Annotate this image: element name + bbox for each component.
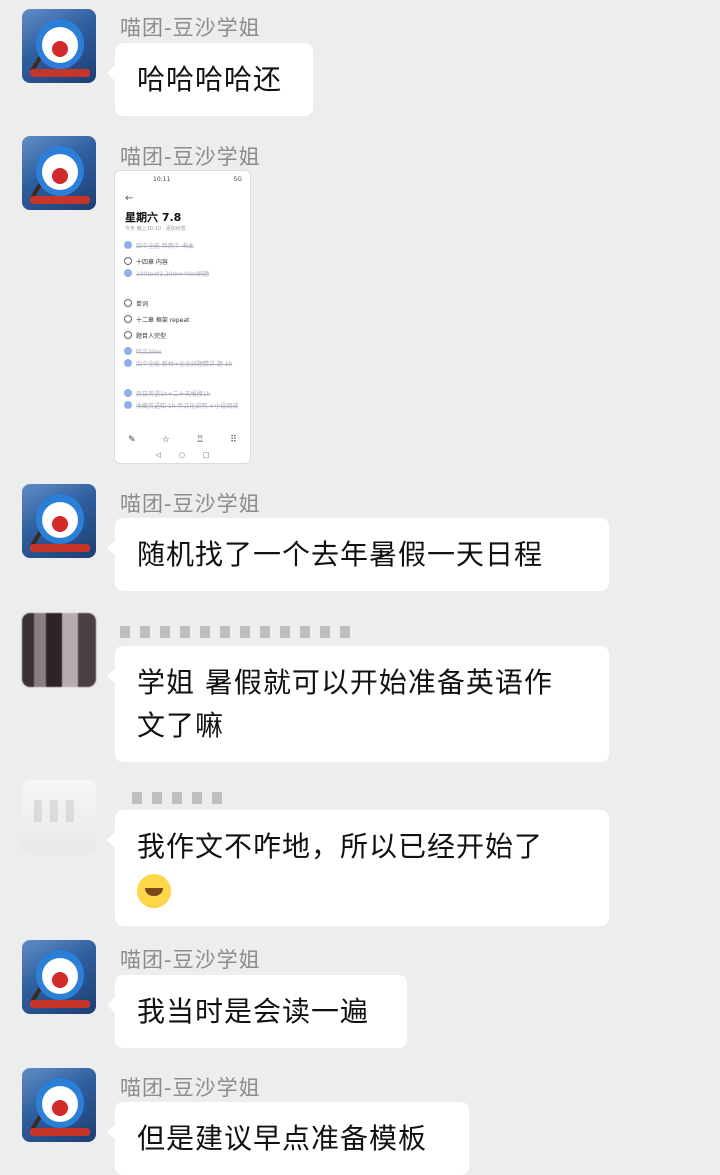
sender-name-blurred bbox=[132, 792, 232, 804]
message-bubble[interactable]: 我当时是会读一遍 bbox=[107, 975, 407, 1048]
task-item: 收藏英语知 1h 听文化说明 +小说阅读 bbox=[124, 401, 242, 427]
sender-name-blurred bbox=[120, 626, 350, 638]
message-text: 随机找了一个去年暑假一天日程 bbox=[137, 538, 544, 571]
message-text-line: 我作文不咋地，所以已经开始了 bbox=[137, 830, 544, 863]
unchecked-circle-icon bbox=[124, 257, 132, 265]
checked-circle-icon bbox=[124, 389, 132, 397]
task-item: 十四章 内容 bbox=[124, 253, 242, 269]
task-text: 单词 bbox=[136, 300, 149, 308]
avatar[interactable] bbox=[22, 484, 96, 558]
task-item: 题目人完型 bbox=[124, 327, 242, 343]
unchecked-circle-icon bbox=[124, 331, 132, 339]
message-bubble[interactable]: 随机找了一个去年暑假一天日程 bbox=[107, 518, 609, 591]
message-text: 但是建议早点准备模板 bbox=[137, 1122, 428, 1155]
avatar[interactable] bbox=[22, 940, 96, 1014]
message-text-line: 文了嘛 bbox=[137, 709, 225, 742]
task-item: 四个全能 听两个 书本 bbox=[124, 237, 242, 253]
task-item: 100text1 20m+40m刷题 bbox=[124, 269, 242, 295]
avatar[interactable] bbox=[22, 613, 96, 687]
unchecked-circle-icon bbox=[124, 299, 132, 307]
avatar[interactable] bbox=[22, 780, 96, 854]
sender-name: 喵团-豆沙学姐 bbox=[120, 145, 261, 169]
sender-name: 喵团-豆沙学姐 bbox=[120, 1076, 261, 1100]
unchecked-circle-icon bbox=[124, 315, 132, 323]
message-bubble[interactable]: 我作文不咋地，所以已经开始了 bbox=[107, 810, 609, 926]
task-text: 十四章 内容 bbox=[136, 258, 168, 266]
image-message[interactable]: 10:11 5G ← 星期六 7.8 今天 晚上10:10 · 添加标签 四个全… bbox=[114, 170, 251, 464]
nav-button-icon: ○ bbox=[178, 451, 185, 459]
schedule-subtitle: 今天 晚上10:10 · 添加标签 bbox=[125, 226, 186, 232]
checked-circle-icon bbox=[124, 359, 132, 367]
avatar[interactable] bbox=[22, 9, 96, 83]
tab-bar: ✎ ☆ ♖ ⠿ bbox=[115, 435, 250, 445]
task-item: 单词 bbox=[124, 295, 242, 311]
avatar[interactable] bbox=[22, 136, 96, 210]
task-list: 四个全能 听两个 书本 十四章 内容 100text1 20m+40m刷题 单词十二章… bbox=[124, 237, 242, 427]
status-time: 10:11 bbox=[153, 176, 171, 183]
message-text-line: 学姐 暑假就可以开始准备英语作 bbox=[137, 666, 553, 699]
checked-circle-icon bbox=[124, 347, 132, 355]
task-text: 题目人完型 bbox=[136, 332, 167, 340]
message-text: 哈哈哈哈还 bbox=[137, 63, 283, 96]
checked-circle-icon bbox=[124, 401, 132, 409]
task-item: 四个全能 新材+全全好题精讲 题 1h bbox=[124, 359, 242, 385]
task-text: 十二章 框架 repeat bbox=[136, 316, 190, 324]
message-bubble[interactable]: 但是建议早点准备模板 bbox=[107, 1102, 469, 1175]
tab-icon: ✎ bbox=[128, 435, 136, 445]
tab-icon: ♖ bbox=[196, 435, 205, 445]
sender-name: 喵团-豆沙学姐 bbox=[120, 948, 261, 972]
task-text: 四个全能 新材+全全好题精讲 题 1h bbox=[136, 361, 233, 368]
system-nav-bar: ◁ ○ □ bbox=[115, 451, 250, 459]
task-text: 四个全能 听两个 书本 bbox=[136, 242, 194, 250]
nav-button-icon: □ bbox=[202, 451, 210, 459]
task-text: 听文30m bbox=[136, 348, 162, 356]
task-item: 十二章 框架 repeat bbox=[124, 311, 242, 327]
message-bubble[interactable]: 学姐 暑假就可以开始准备英语作 文了嘛 bbox=[107, 646, 609, 762]
message-text: 我当时是会读一遍 bbox=[137, 995, 370, 1028]
task-text: 收藏英语知 1h 听文化说明 +小说阅读 bbox=[136, 403, 239, 410]
nav-button-icon: ◁ bbox=[155, 451, 161, 459]
schedule-title: 星期六 7.8 bbox=[125, 211, 182, 224]
task-text: 周日英语1h+二十天报搜1h bbox=[136, 390, 211, 398]
checked-circle-icon bbox=[124, 241, 132, 249]
facepalm-emoji-icon bbox=[137, 874, 171, 908]
sender-name: 喵团-豆沙学姐 bbox=[120, 492, 261, 516]
task-item: 周日英语1h+二十天报搜1h bbox=[124, 385, 242, 401]
back-arrow-icon: ← bbox=[125, 193, 134, 204]
status-signal: 5G bbox=[233, 176, 242, 183]
task-text: 100text1 20m+40m刷题 bbox=[136, 271, 210, 278]
task-item: 听文30m bbox=[124, 343, 242, 359]
tab-icon: ☆ bbox=[161, 435, 170, 445]
checked-circle-icon bbox=[124, 269, 132, 277]
message-bubble[interactable]: 哈哈哈哈还 bbox=[107, 43, 313, 116]
tab-icon: ⠿ bbox=[230, 435, 237, 445]
sender-name: 喵团-豆沙学姐 bbox=[120, 16, 261, 40]
avatar[interactable] bbox=[22, 1068, 96, 1142]
